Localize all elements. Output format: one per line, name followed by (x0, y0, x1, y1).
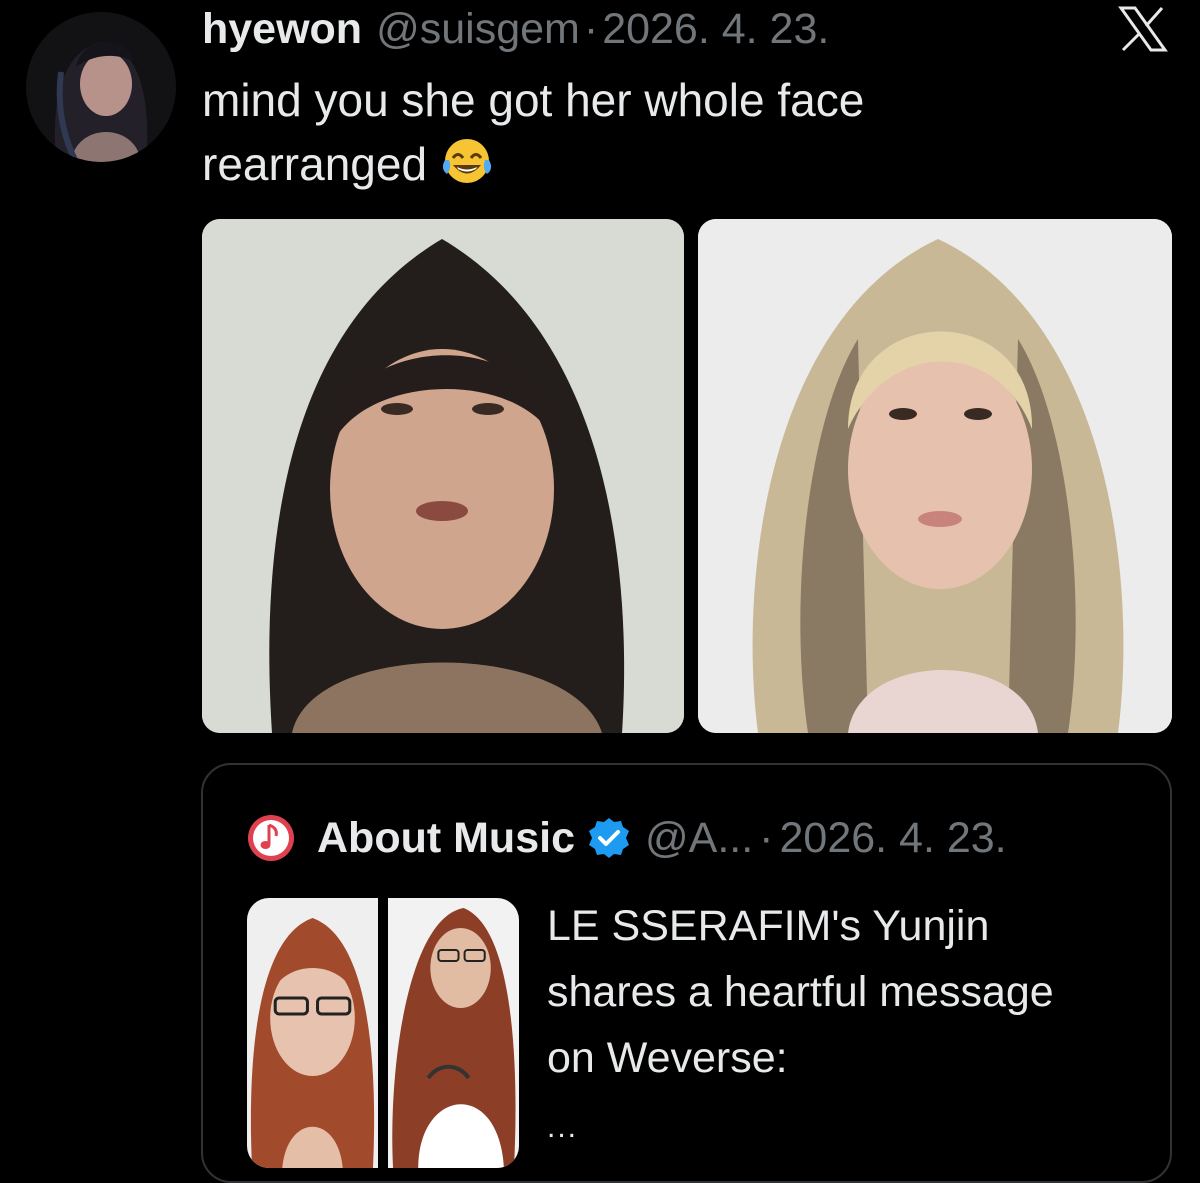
media-photo-2[interactable] (698, 219, 1172, 733)
quoted-media-thumbnails[interactable] (247, 898, 519, 1168)
tweet-text-content: mind you she got her whole face rearrang… (202, 74, 865, 190)
separator-dot: · (583, 5, 599, 53)
face-with-tears-of-joy-icon (439, 136, 495, 202)
quoted-author-name[interactable]: About Music (317, 813, 575, 863)
verified-badge-icon (588, 818, 629, 858)
photo-1-icon (202, 219, 684, 733)
thumbnail-2-icon (388, 898, 519, 1168)
photo-2-icon (698, 219, 1172, 733)
quoted-author-handle[interactable]: @A... (645, 813, 753, 863)
x-logo-icon[interactable] (1118, 6, 1168, 52)
author-avatar[interactable] (26, 12, 176, 162)
quoted-separator-dot: · (759, 814, 774, 862)
quoted-thumbnail-2[interactable] (388, 898, 519, 1168)
quoted-tweet-header: About Music @A... · 2026. 4. 23. (247, 813, 1007, 863)
media-photo-1[interactable] (202, 219, 684, 733)
tweet-date[interactable]: 2026. 4. 23. (602, 4, 829, 54)
quoted-tweet-text: LE SSERAFIM's Yunjin shares a heartful m… (547, 902, 1054, 1082)
quoted-tweet-card[interactable]: About Music @A... · 2026. 4. 23. LE SSER… (201, 763, 1172, 1183)
thumbnail-1-icon (247, 898, 378, 1168)
quoted-thumbnail-1[interactable] (247, 898, 378, 1168)
tweet-header: hyewon @suisgem · 2026. 4. 23. (202, 4, 829, 54)
tweet-text: mind you she got her whole face rearrang… (202, 68, 1102, 202)
author-name[interactable]: hyewon (202, 4, 362, 54)
music-note-icon[interactable] (247, 814, 295, 862)
quoted-tweet-ellipsis: ... (547, 1111, 579, 1144)
author-handle[interactable]: @suisgem (376, 4, 580, 54)
quoted-tweet-date[interactable]: 2026. 4. 23. (779, 813, 1006, 863)
